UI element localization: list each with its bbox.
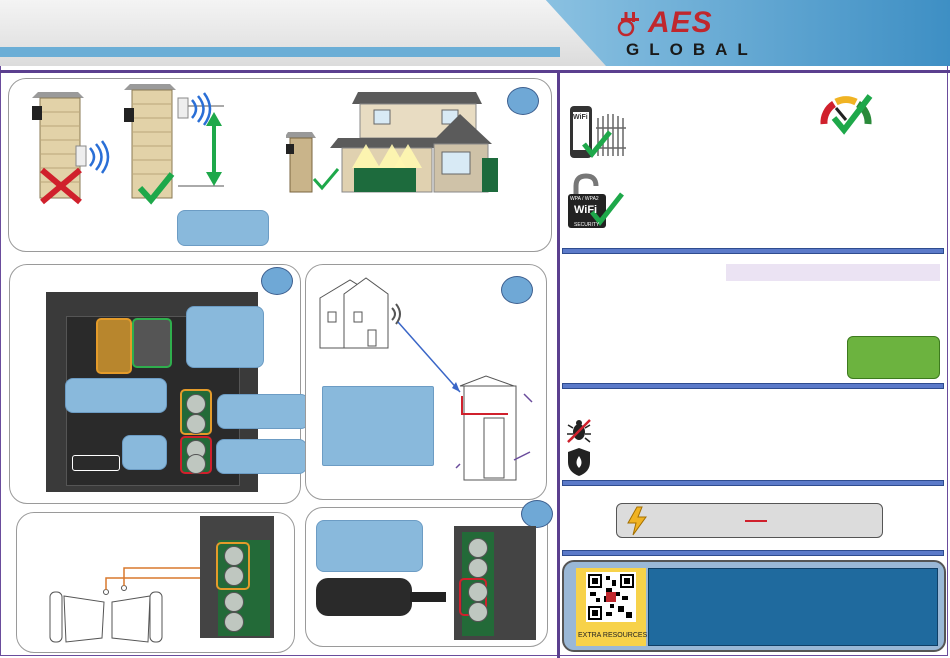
screw-terminal [186, 394, 206, 414]
warning-red-underline [745, 520, 767, 522]
screw-terminal [468, 558, 488, 578]
section-rule-1 [562, 248, 944, 254]
highlight-bar [726, 264, 940, 281]
callout-board-top [186, 306, 264, 368]
screw-terminal [224, 592, 244, 612]
phone-gate-icon: WiFi [568, 104, 626, 162]
logo-mark-icon [617, 12, 639, 37]
callout-terminal-red [216, 439, 307, 474]
callout-power-supply [316, 520, 423, 572]
water-protection-icon [568, 448, 590, 476]
check-green-icon-house [312, 168, 340, 191]
section-rule-2 [562, 383, 944, 389]
header-stripe [0, 47, 560, 57]
column-divider [557, 70, 560, 658]
header-divider [0, 70, 950, 73]
callout-board-small [122, 435, 167, 470]
section-rule-3 [562, 480, 944, 486]
screw-terminal [224, 566, 244, 586]
phone-icon [570, 106, 626, 158]
wifi-waves-icon-raised [177, 92, 212, 126]
resources-info-box [648, 568, 938, 646]
callout-house-wiring [322, 386, 434, 466]
screw-terminal [468, 602, 488, 622]
signal-gauge-icon [820, 94, 873, 135]
step-badge-2 [261, 267, 293, 295]
gate-illustration [49, 567, 220, 643]
no-insects-icon [567, 419, 591, 443]
aes-global-logo: AES GLOBAL [612, 6, 748, 62]
wpa-line3: SECURITY [574, 222, 600, 228]
callout-placement [177, 210, 269, 246]
callout-board-left [65, 378, 167, 413]
check-green-icon [137, 172, 175, 205]
antenna-connector [132, 318, 172, 368]
lightning-icon [627, 506, 647, 536]
step-badge-4 [521, 500, 553, 528]
wpa-line1: WPA / WPA2 [570, 196, 599, 202]
qr-label: EXTRA RESOURCES [578, 632, 648, 639]
qr-code-icon [586, 572, 636, 622]
board-label-box [72, 455, 120, 471]
screw-terminal [186, 414, 206, 434]
phone-wifi-label: WiFi [573, 114, 588, 121]
wpa-line2: WiFi [574, 204, 598, 216]
screw-terminal [468, 582, 488, 602]
wpa-security-badge: WPA / WPA2 WiFi SECURITY [566, 172, 630, 232]
green-action-button[interactable] [847, 336, 940, 379]
power-adapter-icon [316, 578, 446, 616]
screw-terminal [224, 546, 244, 566]
logo-sub-text: GLOBAL [626, 40, 758, 59]
callout-terminal-orange [217, 394, 309, 429]
cross-red-icon [40, 167, 82, 205]
relay-component [96, 318, 132, 374]
qr-card[interactable]: EXTRA RESOURCES [576, 568, 648, 646]
logo-brand-text: AES [648, 6, 713, 39]
screw-terminal [186, 454, 206, 474]
section-rule-4 [562, 550, 944, 556]
screw-terminal [468, 538, 488, 558]
screw-terminal [224, 612, 244, 632]
extra-resources-panel: EXTRA RESOURCES [562, 560, 946, 652]
power-warning-box [616, 503, 883, 538]
